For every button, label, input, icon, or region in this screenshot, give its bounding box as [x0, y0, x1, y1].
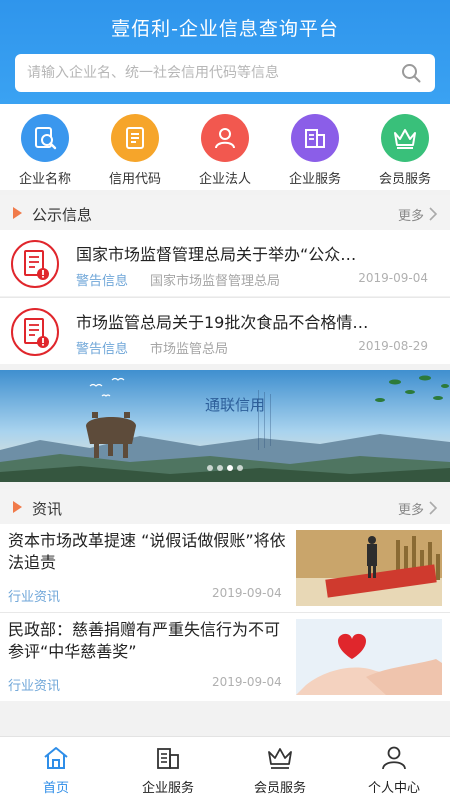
- news-date: 2019-09-04: [212, 586, 282, 600]
- notice-item[interactable]: 市场监管总局关于19批次食品不合格情… 警告信息 市场监管总局 2019-08-…: [0, 298, 450, 364]
- home-icon: [44, 747, 68, 769]
- tab-home[interactable]: 首页: [0, 737, 112, 800]
- notices-section-header: 公示信息 更多: [0, 195, 450, 231]
- app-header: 壹佰利-企业信息查询平台: [0, 0, 450, 104]
- carousel-dot[interactable]: [217, 465, 223, 471]
- legal-person-icon: [201, 114, 249, 162]
- notice-tag: 警告信息: [76, 274, 129, 289]
- tab-label: 企业服务: [141, 781, 194, 796]
- notice-source: 国家市场监督管理总局: [150, 274, 281, 289]
- enterprise-service-icon: [291, 114, 339, 162]
- warning-document-icon: [11, 240, 59, 288]
- chevron-right-icon[interactable]: [428, 501, 438, 515]
- notice-title: 国家市场监督管理总局关于举办“公众…: [76, 245, 357, 264]
- tab-label: 会员服务: [253, 781, 306, 796]
- notice-date: 2019-09-04: [358, 271, 428, 285]
- quick-item-member-service[interactable]: 会员服务: [360, 114, 450, 187]
- carousel-dot-active[interactable]: [227, 465, 233, 471]
- quick-item-label: 企业法人: [198, 172, 251, 187]
- news-thumbnail: [296, 619, 442, 695]
- search-input[interactable]: [27, 54, 397, 92]
- tab-enterprise-service[interactable]: 企业服务: [112, 737, 224, 800]
- tab-personal-center[interactable]: 个人中心: [338, 737, 450, 800]
- news-item[interactable]: 民政部：慈善捐赠有严重失信行为不可参评“中华慈善奖” 行业资讯 2019-09-…: [0, 613, 450, 701]
- crown-icon: [268, 748, 292, 769]
- news-date: 2019-09-04: [212, 675, 282, 689]
- quick-item-label: 信用代码: [108, 172, 161, 187]
- quick-item-label: 企业服务: [288, 172, 341, 187]
- search-bar[interactable]: [15, 54, 435, 92]
- news-section-header: 资讯 更多: [0, 489, 450, 525]
- banner-landscape-image: 通联信用: [0, 370, 450, 482]
- news-title: 民政部：慈善捐赠有严重失信行为不可参评“中华慈善奖”: [8, 620, 281, 661]
- quick-item-label: 企业名称: [18, 172, 71, 187]
- news-title: 资本市场改革提速 “说假话做假账”将依法追责: [8, 531, 286, 572]
- section-title: 公示信息: [32, 206, 93, 224]
- carousel-dot[interactable]: [237, 465, 243, 471]
- notices-more-link[interactable]: 更多: [398, 205, 424, 224]
- news-category: 行业资讯: [8, 679, 61, 694]
- tab-member-service[interactable]: 会员服务: [224, 737, 336, 800]
- news-item[interactable]: 资本市场改革提速 “说假话做假账”将依法追责 行业资讯 2019-09-04: [0, 524, 450, 612]
- news-thumbnail: [296, 530, 442, 606]
- section-marker-icon: [13, 501, 22, 513]
- section-title: 资讯: [32, 500, 63, 518]
- quick-menu: 企业名称 信用代码 企业法人 企业服务 会员服务: [0, 104, 450, 190]
- quick-item-label: 会员服务: [378, 172, 431, 187]
- quick-item-company-name[interactable]: 企业名称: [0, 114, 90, 187]
- tab-label: 首页: [42, 781, 69, 796]
- notice-source: 市场监管总局: [150, 342, 229, 357]
- quick-item-enterprise-service[interactable]: 企业服务: [270, 114, 360, 187]
- company-search-icon: [21, 114, 69, 162]
- news-more-link[interactable]: 更多: [398, 499, 424, 518]
- carousel-dot[interactable]: [207, 465, 213, 471]
- notice-date: 2019-08-29: [358, 339, 428, 353]
- person-icon: [382, 746, 406, 770]
- quick-item-legal-person[interactable]: 企业法人: [180, 114, 270, 187]
- app-title: 壹佰利-企业信息查询平台: [111, 18, 339, 40]
- quick-item-credit-code[interactable]: 信用代码: [90, 114, 180, 187]
- credit-code-icon: [111, 114, 159, 162]
- banner-caption: 通联信用: [205, 396, 265, 414]
- enterprise-service-icon: [157, 748, 179, 769]
- warning-document-icon: [11, 308, 59, 356]
- chevron-right-icon[interactable]: [428, 207, 438, 221]
- notice-tag: 警告信息: [76, 342, 129, 357]
- crown-icon: [381, 114, 429, 162]
- notice-title: 市场监管总局关于19批次食品不合格情…: [76, 313, 369, 332]
- search-icon[interactable]: [401, 63, 421, 83]
- news-category: 行业资讯: [8, 590, 61, 605]
- tab-label: 个人中心: [367, 781, 420, 796]
- notice-item[interactable]: 国家市场监督管理总局关于举办“公众… 警告信息 国家市场监督管理总局 2019-…: [0, 230, 450, 296]
- promo-banner[interactable]: 通联信用: [0, 370, 450, 482]
- section-marker-icon: [13, 207, 22, 219]
- bottom-tab-bar: 首页 企业服务 会员服务 个人中心: [0, 736, 450, 800]
